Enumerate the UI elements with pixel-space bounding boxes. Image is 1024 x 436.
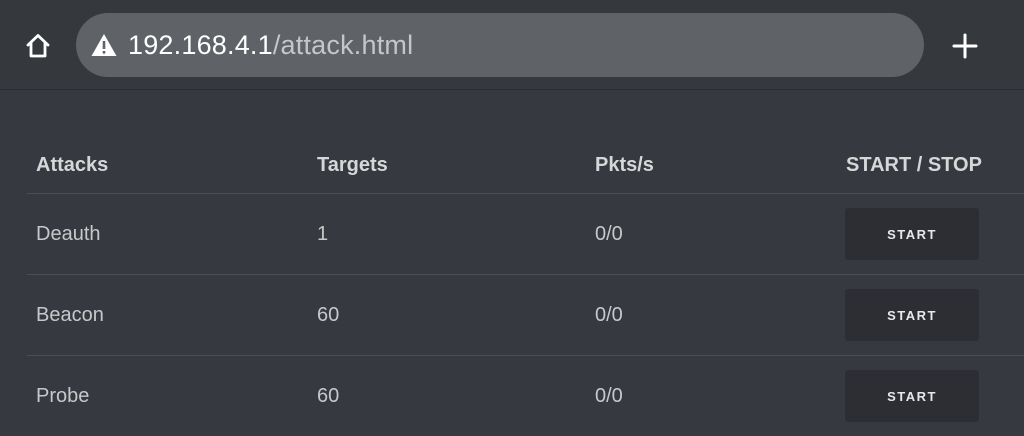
header-start-stop: START / STOP	[837, 138, 1024, 194]
table-row: Probe 60 0/0 START	[27, 356, 1024, 436]
page-content: Attacks Targets Pkts/s START / STOP Deau…	[0, 91, 1024, 431]
header-pkts: Pkts/s	[586, 138, 837, 194]
deauth-start-button[interactable]: START	[845, 208, 979, 260]
url-path: /attack.html	[273, 30, 413, 60]
table-header-row: Attacks Targets Pkts/s START / STOP	[27, 138, 1024, 194]
table-row: Deauth 1 0/0 START	[27, 194, 1024, 275]
new-tab-button[interactable]	[945, 26, 985, 66]
attack-name: Probe	[27, 356, 308, 436]
table-row: Beacon 60 0/0 START	[27, 275, 1024, 356]
browser-toolbar: 192.168.4.1/attack.html	[0, 0, 1024, 90]
pkts-rate: 0/0	[586, 194, 837, 275]
attacks-table: Attacks Targets Pkts/s START / STOP Deau…	[27, 138, 1024, 436]
action-cell: START	[837, 194, 1024, 275]
targets-count: 60	[308, 356, 586, 436]
probe-start-button[interactable]: START	[845, 370, 979, 422]
url-text: 192.168.4.1/attack.html	[128, 30, 413, 61]
targets-count: 1	[308, 194, 586, 275]
plus-icon	[951, 32, 979, 60]
address-bar[interactable]: 192.168.4.1/attack.html	[76, 13, 924, 77]
attack-name: Beacon	[27, 275, 308, 356]
header-attacks: Attacks	[27, 138, 308, 194]
pkts-rate: 0/0	[586, 275, 837, 356]
pkts-rate: 0/0	[586, 356, 837, 436]
targets-count: 60	[308, 275, 586, 356]
warning-icon[interactable]	[90, 31, 118, 59]
home-icon	[23, 31, 53, 61]
header-targets: Targets	[308, 138, 586, 194]
url-host: 192.168.4.1	[128, 30, 273, 60]
beacon-start-button[interactable]: START	[845, 289, 979, 341]
action-cell: START	[837, 275, 1024, 356]
home-button[interactable]	[18, 26, 58, 66]
attack-name: Deauth	[27, 194, 308, 275]
action-cell: START	[837, 356, 1024, 436]
